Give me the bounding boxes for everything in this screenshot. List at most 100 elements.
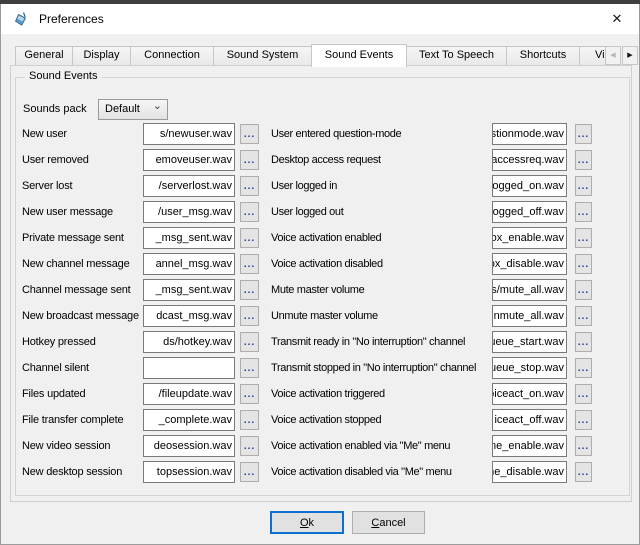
event-label: User logged out	[271, 201, 343, 223]
browse-button[interactable]: ...	[575, 306, 592, 326]
sound-file-input[interactable]: _complete.wav	[143, 409, 235, 431]
tab-sound-events[interactable]: Sound Events	[311, 44, 407, 67]
browse-button[interactable]: ...	[240, 176, 259, 196]
sound-event-row: Hotkey pressed ds/hotkey.wav ... Transmi…	[22, 331, 592, 353]
sound-file-input[interactable]: topsession.wav	[143, 461, 235, 483]
browse-button[interactable]: ...	[575, 410, 592, 430]
event-label: Unmute master volume	[271, 305, 378, 327]
close-button[interactable]: ✕	[601, 4, 633, 34]
event-label: Desktop access request	[271, 149, 381, 171]
sound-file-input[interactable]: iceact_off.wav	[492, 409, 567, 431]
sound-event-row: Channel message sent _msg_sent.wav ... M…	[22, 279, 592, 301]
event-label: Channel message sent	[22, 279, 131, 301]
sound-file-input[interactable]: ox_disable.wav	[492, 253, 567, 275]
sound-file-input[interactable]: _msg_sent.wav	[143, 227, 235, 249]
tab-text-to-speech[interactable]: Text To Speech	[406, 46, 507, 65]
sounds-pack-select[interactable]: Default ⌄	[98, 99, 168, 120]
sound-event-row: New user message /user_msg.wav ... User …	[22, 201, 592, 223]
sound-file-input[interactable]: logged_on.wav	[492, 175, 567, 197]
sound-file-input[interactable]: ds/hotkey.wav	[143, 331, 235, 353]
browse-button[interactable]: ...	[575, 462, 592, 482]
browse-button[interactable]: ...	[575, 332, 592, 352]
sound-event-row: Channel silent ... Transmit stopped in "…	[22, 357, 592, 379]
sound-file-input[interactable]: ueue_stop.wav	[492, 357, 567, 379]
browse-button[interactable]: ...	[240, 332, 259, 352]
ok-button[interactable]: Ok	[270, 511, 344, 534]
sound-file-input[interactable]: _msg_sent.wav	[143, 279, 235, 301]
browse-button[interactable]: ...	[240, 436, 259, 456]
event-label: Mute master volume	[271, 279, 364, 301]
sound-event-row: Files updated /fileupdate.wav ... Voice …	[22, 383, 592, 405]
tab-display[interactable]: Display	[72, 46, 131, 65]
sound-file-input[interactable]	[143, 357, 235, 379]
sound-file-input[interactable]: s/mute_all.wav	[492, 279, 567, 301]
tab-sound-system[interactable]: Sound System	[213, 46, 312, 65]
event-label: New video session	[22, 435, 110, 457]
tab-video[interactable]: Video	[579, 46, 605, 65]
sound-file-input[interactable]: stionmode.wav	[492, 123, 567, 145]
browse-button[interactable]: ...	[575, 124, 592, 144]
browse-button[interactable]: ...	[240, 384, 259, 404]
sound-file-input[interactable]: /serverlost.wav	[143, 175, 235, 197]
browse-button[interactable]: ...	[575, 228, 592, 248]
app-icon	[13, 11, 29, 27]
sound-event-row: New desktop session topsession.wav ... V…	[22, 461, 592, 483]
tab-shortcuts[interactable]: Shortcuts	[506, 46, 580, 65]
sound-file-input[interactable]: emoveuser.wav	[143, 149, 235, 171]
sound-file-input[interactable]: dcast_msg.wav	[143, 305, 235, 327]
event-label: New user message	[22, 201, 113, 223]
browse-button[interactable]: ...	[240, 228, 259, 248]
event-label: New desktop session	[22, 461, 122, 483]
browse-button[interactable]: ...	[240, 280, 259, 300]
browse-button[interactable]: ...	[240, 202, 259, 222]
sound-file-input[interactable]: ne_enable.wav	[492, 435, 567, 457]
sound-file-input[interactable]: unmute_all.wav	[492, 305, 567, 327]
sound-file-input[interactable]: ox_enable.wav	[492, 227, 567, 249]
browse-button[interactable]: ...	[240, 124, 259, 144]
browse-button[interactable]: ...	[575, 280, 592, 300]
event-label: Transmit stopped in "No interruption" ch…	[271, 357, 476, 379]
browse-button[interactable]: ...	[575, 176, 592, 196]
browse-button[interactable]: ...	[240, 306, 259, 326]
browse-button[interactable]: ...	[575, 436, 592, 456]
event-label: Voice activation triggered	[271, 383, 385, 405]
event-label: User logged in	[271, 175, 337, 197]
browse-button[interactable]: ...	[240, 254, 259, 274]
sound-file-input[interactable]: ueue_start.wav	[492, 331, 567, 353]
sound-file-input[interactable]: ne_disable.wav	[492, 461, 567, 483]
sound-file-input[interactable]: deosession.wav	[143, 435, 235, 457]
browse-button[interactable]: ...	[240, 410, 259, 430]
tab-general[interactable]: General	[15, 46, 73, 65]
tab-scroll-left-icon[interactable]: ◀	[605, 46, 621, 65]
sound-file-input[interactable]: annel_msg.wav	[143, 253, 235, 275]
browse-button[interactable]: ...	[575, 384, 592, 404]
sound-event-row: File transfer complete _complete.wav ...…	[22, 409, 592, 431]
sound-file-input[interactable]: oiceact_on.wav	[492, 383, 567, 405]
sound-file-input[interactable]: accessreq.wav	[492, 149, 567, 171]
event-label: New broadcast message	[22, 305, 139, 327]
browse-button[interactable]: ...	[575, 150, 592, 170]
event-label: Voice activation enabled	[271, 227, 381, 249]
sound-file-input[interactable]: ogged_off.wav	[492, 201, 567, 223]
event-label: Channel silent	[22, 357, 89, 379]
browse-button[interactable]: ...	[240, 462, 259, 482]
browse-button[interactable]: ...	[575, 358, 592, 378]
event-label: Transmit ready in "No interruption" chan…	[271, 331, 465, 353]
browse-button[interactable]: ...	[240, 358, 259, 378]
sound-file-input[interactable]: /fileupdate.wav	[143, 383, 235, 405]
sound-event-row: Private message sent _msg_sent.wav ... V…	[22, 227, 592, 249]
sound-event-row: User removed emoveuser.wav ... Desktop a…	[22, 149, 592, 171]
sound-file-input[interactable]: /user_msg.wav	[143, 201, 235, 223]
sound-file-input[interactable]: s/newuser.wav	[143, 123, 235, 145]
chevron-down-icon: ⌄	[153, 97, 162, 116]
tab-bar: General Display Connection Sound System …	[15, 44, 605, 67]
event-label: New channel message	[22, 253, 129, 275]
tab-scroll-right-icon[interactable]: ▶	[622, 46, 638, 65]
sound-event-row: Server lost /serverlost.wav ... User log…	[22, 175, 592, 197]
browse-button[interactable]: ...	[240, 150, 259, 170]
browse-button[interactable]: ...	[575, 254, 592, 274]
tab-connection[interactable]: Connection	[130, 46, 214, 65]
event-label: Voice activation stopped	[271, 409, 381, 431]
browse-button[interactable]: ...	[575, 202, 592, 222]
cancel-button[interactable]: Cancel	[352, 511, 425, 534]
